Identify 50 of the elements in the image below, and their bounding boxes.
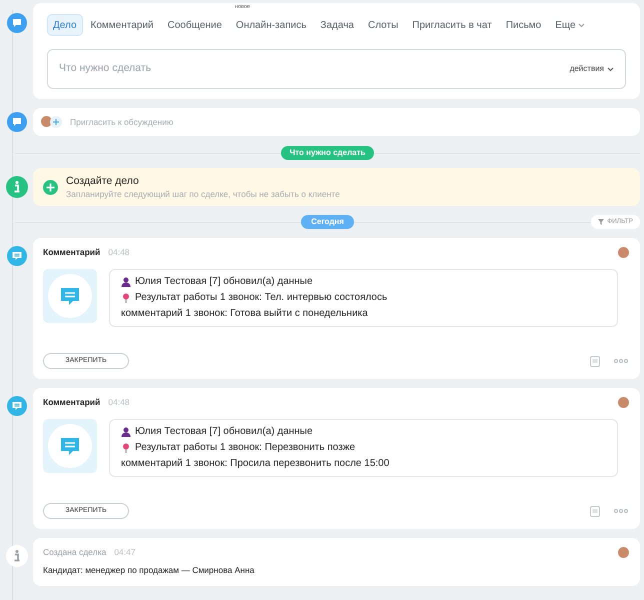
pushpin-icon (121, 443, 131, 453)
event-time: 04:48 (108, 246, 130, 259)
add-icon[interactable] (50, 116, 62, 128)
event-title: Создана сделка (43, 546, 106, 559)
date-divider-label: Сегодня (301, 215, 354, 229)
event-title: Комментарий (43, 246, 100, 259)
more-icon[interactable] (614, 509, 628, 513)
event-title: Комментарий (43, 396, 100, 409)
info-icon (6, 176, 28, 198)
note-icon[interactable] (590, 356, 600, 366)
comment-line: комментарий 1 звонок: Готова выйти с понедельника (121, 307, 368, 321)
event-time: 04:48 (108, 396, 130, 409)
pushpin-icon (121, 293, 131, 303)
info-icon (6, 545, 28, 567)
tab[interactable]: Слоты (362, 14, 404, 36)
tab[interactable]: Дело (47, 14, 83, 36)
actions-dropdown[interactable]: действия (570, 63, 614, 75)
chat-bubble-icon (6, 13, 26, 33)
tab[interactable]: Сообщение (162, 14, 228, 36)
comment-icon (6, 396, 26, 416)
comment-line: Результат работы 1 звонок: Перезвонить позже (135, 441, 356, 455)
more-icon[interactable] (614, 359, 628, 363)
tab[interactable]: Комментарий (84, 14, 160, 36)
comment-line: Юлия Тестовая [7] обновил(а) данные (135, 275, 313, 289)
event-time: 04:47 (114, 546, 136, 559)
event-text: Кандидат: менеджер по продажам — Смирнова Анна (43, 564, 256, 577)
avatar (617, 546, 630, 559)
tab[interactable]: Пригласить в чат (406, 14, 498, 36)
tab[interactable]: Письмо (500, 14, 548, 36)
comment-icon (6, 246, 26, 266)
tab[interactable]: Онлайн-запись (230, 14, 312, 36)
avatar (617, 246, 630, 259)
invite-field[interactable]: Пригласить к обсуждению (33, 108, 640, 136)
task-input-field[interactable]: Что нужно сделать действия (47, 49, 626, 89)
chat-bubble-icon (6, 112, 26, 132)
avatar (617, 396, 630, 409)
note-icon[interactable] (590, 506, 600, 516)
chevron-down-icon (607, 66, 614, 72)
tab[interactable]: Задача (314, 14, 360, 36)
comment-line: Юлия Тестовая [7] обновил(а) данные (135, 425, 313, 439)
create-task-hint: Запланируйте следующий шаг по сделке, чтобы не забыть о клиенте (66, 188, 340, 200)
section-divider-label: Что нужно сделать (280, 146, 374, 160)
comment-line: Результат работы 1 звонок: Тел. интервью состоялось (135, 291, 388, 305)
person-icon (121, 427, 131, 437)
tab[interactable]: Еще (549, 14, 591, 36)
plus-circle-icon[interactable] (43, 180, 58, 194)
comment-line: комментарий 1 звонок: Просила перезвонить после 15:00 (121, 457, 390, 471)
person-icon (121, 277, 131, 287)
funnel-icon (598, 219, 604, 225)
create-task-title[interactable]: Создайте дело (66, 174, 340, 188)
